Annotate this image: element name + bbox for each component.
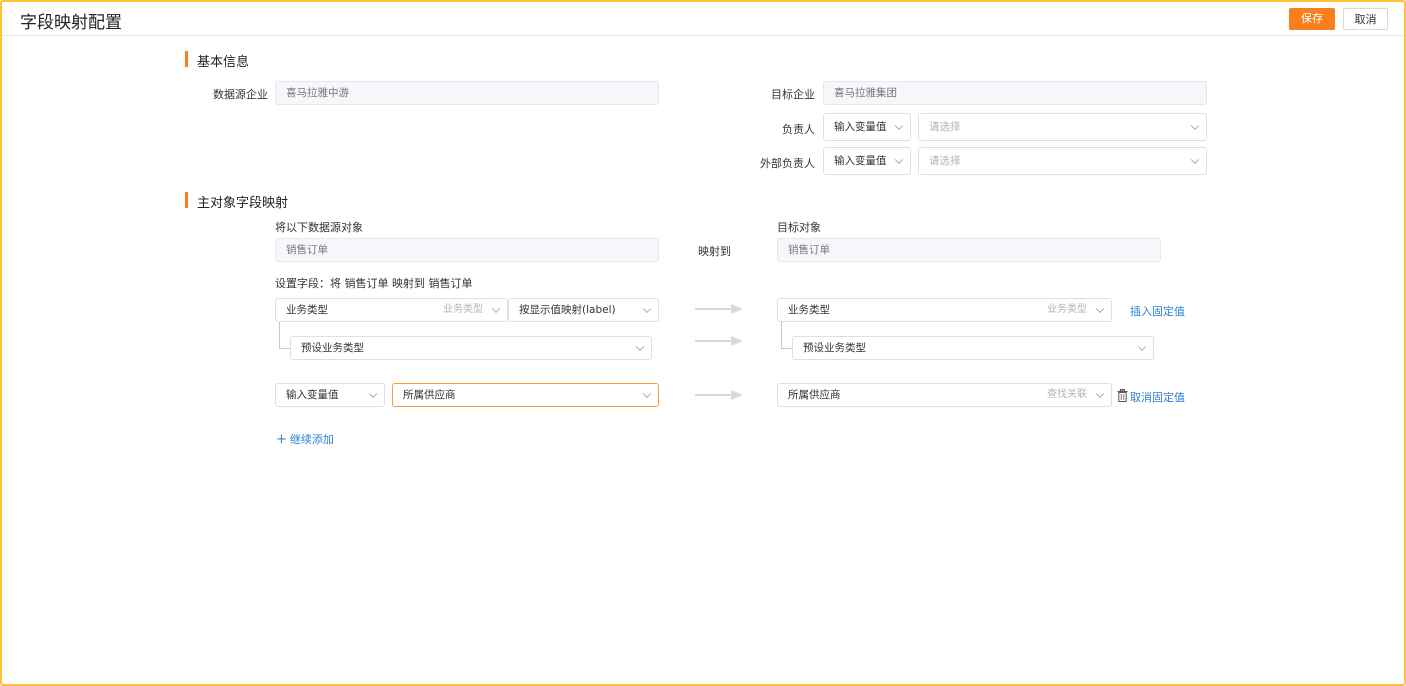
owner-placeholder: 请选择 bbox=[929, 121, 961, 133]
source-company-label: 数据源企业 bbox=[213, 88, 268, 101]
add-more-button[interactable]: + 继续添加 bbox=[276, 431, 334, 447]
row1-sub-target-value: 预设业务类型 bbox=[803, 342, 866, 354]
row1-sub-target-select[interactable]: 预设业务类型 bbox=[792, 336, 1154, 360]
chevron-down-icon bbox=[1190, 121, 1200, 131]
target-company-field: 喜马拉雅集团 bbox=[823, 81, 1207, 105]
section-marker bbox=[185, 192, 188, 208]
arrow-right-icon bbox=[695, 336, 743, 346]
chevron-down-icon bbox=[491, 304, 501, 314]
row1-target-field-value: 业务类型 bbox=[788, 304, 830, 316]
row2-source-mode-select[interactable]: 输入变量值 bbox=[275, 383, 385, 407]
add-more-label: 继续添加 bbox=[289, 433, 334, 446]
page-title: 字段映射配置 bbox=[20, 13, 122, 33]
row2-target-field-value: 所属供应商 bbox=[788, 389, 841, 401]
cancel-fixed-value-link[interactable]: 取消固定值 bbox=[1130, 389, 1185, 405]
target-object-label: 目标对象 bbox=[777, 221, 821, 234]
chevron-down-icon bbox=[642, 389, 652, 399]
source-object-label: 将以下数据源对象 bbox=[275, 221, 363, 234]
section-title-basic: 基本信息 bbox=[197, 55, 250, 70]
owner-label: 负责人 bbox=[782, 123, 815, 136]
section-title-mapping: 主对象字段映射 bbox=[197, 196, 289, 211]
owner-mode-value: 输入变量值 bbox=[834, 121, 887, 133]
arrow-right-icon bbox=[695, 304, 743, 314]
chevron-down-icon bbox=[368, 389, 378, 399]
insert-fixed-value-link[interactable]: 插入固定值 bbox=[1130, 303, 1185, 319]
cancel-button[interactable]: 取消 bbox=[1343, 8, 1388, 30]
external-owner-placeholder: 请选择 bbox=[929, 155, 961, 167]
row1-target-field-type: 业务类型 bbox=[1047, 304, 1087, 315]
app-window: 字段映射配置 保存 取消 基本信息 数据源企业 喜马拉雅中游 目标企业 喜马拉雅… bbox=[0, 0, 1406, 686]
owner-mode-select[interactable]: 输入变量值 bbox=[823, 113, 911, 141]
plus-icon: + bbox=[276, 431, 287, 447]
external-owner-label: 外部负责人 bbox=[760, 157, 815, 170]
row1-source-field-type: 业务类型 bbox=[443, 304, 483, 315]
chevron-down-icon bbox=[1190, 155, 1200, 165]
set-fields-text: 设置字段：将 销售订单 映射到 销售订单 bbox=[275, 277, 473, 290]
row2-target-field-type: 查找关联 bbox=[1047, 389, 1087, 400]
row2-source-mode-value: 输入变量值 bbox=[286, 389, 339, 401]
tree-connector bbox=[279, 322, 280, 348]
row1-sub-source-select[interactable]: 预设业务类型 bbox=[290, 336, 652, 360]
row1-mapping-mode-value: 按显示值映射(label) bbox=[519, 304, 616, 316]
external-owner-mode-value: 输入变量值 bbox=[834, 155, 887, 167]
external-owner-select[interactable]: 请选择 bbox=[918, 147, 1207, 175]
external-owner-mode-select[interactable]: 输入变量值 bbox=[823, 147, 911, 175]
row1-source-field-select[interactable]: 业务类型 业务类型 bbox=[275, 298, 508, 322]
row1-sub-source-value: 预设业务类型 bbox=[301, 342, 364, 354]
row1-target-field-select[interactable]: 业务类型 业务类型 bbox=[777, 298, 1112, 322]
source-object-field: 销售订单 bbox=[275, 238, 659, 262]
source-company-field: 喜马拉雅中游 bbox=[275, 81, 659, 105]
chevron-down-icon bbox=[894, 155, 904, 165]
map-to-label: 映射到 bbox=[698, 245, 731, 258]
chevron-down-icon bbox=[1137, 342, 1147, 352]
target-company-label: 目标企业 bbox=[771, 88, 815, 101]
row2-source-value-select[interactable]: 所属供应商 bbox=[392, 383, 659, 407]
chevron-down-icon bbox=[1095, 304, 1105, 314]
chevron-down-icon bbox=[1095, 389, 1105, 399]
section-marker bbox=[185, 51, 188, 67]
chevron-down-icon bbox=[635, 342, 645, 352]
header-divider bbox=[2, 35, 1404, 36]
row2-source-value: 所属供应商 bbox=[403, 389, 456, 401]
row1-source-field-value: 业务类型 bbox=[286, 304, 328, 316]
tree-connector bbox=[781, 322, 782, 348]
row1-mapping-mode-select[interactable]: 按显示值映射(label) bbox=[508, 298, 659, 322]
chevron-down-icon bbox=[894, 121, 904, 131]
target-object-field: 销售订单 bbox=[777, 238, 1161, 262]
owner-select[interactable]: 请选择 bbox=[918, 113, 1207, 141]
row2-target-field-select[interactable]: 所属供应商 查找关联 bbox=[777, 383, 1112, 407]
save-button[interactable]: 保存 bbox=[1289, 8, 1335, 30]
chevron-down-icon bbox=[642, 304, 652, 314]
trash-icon[interactable] bbox=[1117, 389, 1128, 402]
arrow-right-icon bbox=[695, 390, 743, 400]
